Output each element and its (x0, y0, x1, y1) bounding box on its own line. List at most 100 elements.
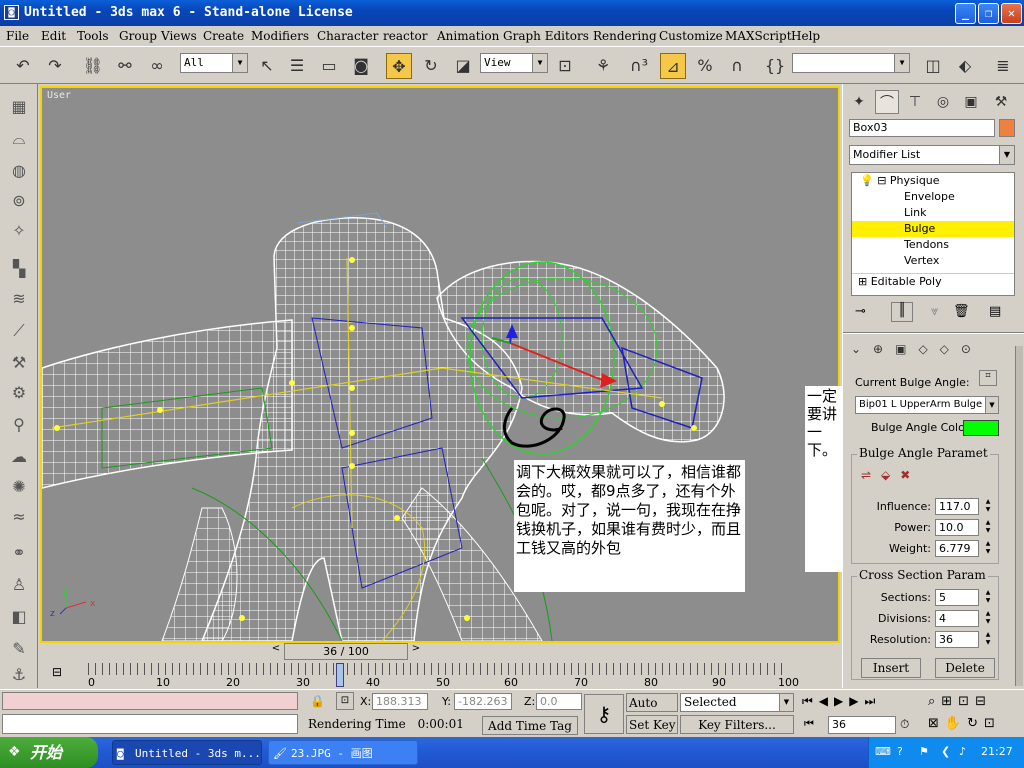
create-torus-icon[interactable]: ⊚ (6, 188, 32, 214)
window-crossing-icon[interactable]: ◙ (348, 53, 374, 79)
viewport-nav-row2[interactable]: ⊠✋↻⊡ (928, 716, 1001, 731)
show-end-result-icon[interactable]: ║ (891, 302, 913, 322)
insert-button[interactable]: Insert (861, 658, 921, 678)
clock[interactable]: 21:27 (981, 745, 1013, 758)
taskbar-item-paint[interactable]: 🖌 23.JPG - 画图 (268, 740, 418, 765)
spinner-snap-icon[interactable]: ∩ (724, 53, 750, 79)
expand-tray-icon[interactable]: ❮ (941, 745, 950, 758)
cube-icon[interactable]: ◧ (6, 604, 32, 630)
sections-field[interactable]: 5 (935, 589, 979, 606)
stack-icon[interactable]: ≋ (6, 286, 32, 312)
viewport-nav-row1[interactable]: ⌕⊞⊡⊟ (928, 694, 992, 709)
influence-spinner-icon[interactable]: ▲ ▼ (983, 498, 993, 514)
snap-toggle-icon[interactable]: ∩³ (626, 53, 652, 79)
menu-file[interactable]: File (6, 29, 29, 43)
close-button[interactable]: ✕ (1001, 3, 1022, 24)
percent-snap-icon[interactable]: % (692, 53, 718, 79)
menu-modifiers[interactable]: Modifiers (251, 29, 309, 43)
cloth-icon[interactable]: ☁ (6, 444, 32, 470)
menu-customize[interactable]: Customize (659, 29, 723, 43)
power-field[interactable]: 10.0 (935, 519, 979, 536)
configure-sets-icon[interactable]: ▤ (989, 304, 1001, 319)
maxscript-listener-pink[interactable] (2, 692, 298, 710)
y-coordinate-field[interactable]: -182.263 (454, 693, 512, 710)
biped-icon[interactable]: ♙ (6, 572, 32, 598)
select-link-icon[interactable]: ⛓ (80, 53, 106, 79)
stack-item-vertex[interactable]: Vertex (852, 253, 1014, 269)
menu-tools[interactable]: Tools (77, 29, 109, 43)
collapse-icon[interactable]: ⊟ (877, 174, 886, 187)
current-frame-field[interactable]: 36 (828, 716, 896, 734)
pivot-point-center-icon[interactable]: ⊡ (552, 53, 578, 79)
help-icon[interactable]: ? (897, 745, 903, 758)
gear-icon[interactable]: ⚙ (6, 380, 32, 406)
menu-views[interactable]: Views (161, 29, 197, 43)
select-object-icon[interactable]: ↖ (254, 53, 280, 79)
menu-character[interactable]: Character (317, 29, 378, 43)
object-name-field[interactable]: Box03 (849, 119, 995, 137)
unlink-icon[interactable]: ⚯ (112, 53, 138, 79)
select-by-name-icon[interactable]: ☰ (284, 53, 310, 79)
absolute-mode-icon[interactable]: ⊡ (336, 692, 354, 710)
select-and-scale-icon[interactable]: ◪ (450, 53, 476, 79)
particles-icon[interactable]: ✺ (6, 474, 32, 500)
current-bulge-angle-dropdown[interactable]: Bip01 L UpperArm Bulge ( ▼ (855, 396, 999, 414)
weight-spinner-icon[interactable]: ▲ ▼ (983, 540, 993, 556)
menu-reactor[interactable]: reactor (383, 29, 428, 43)
display-tab-icon[interactable]: ▣ (959, 90, 983, 114)
modify-tab-icon[interactable]: ⌒ (875, 90, 899, 114)
rectangular-selection-icon[interactable]: ▭ (316, 53, 342, 79)
hierarchy-tab-icon[interactable]: ⊤ (903, 90, 927, 114)
stack-item-editable-poly[interactable]: ⊞ Editable Poly (852, 273, 1014, 289)
layer-manager-icon[interactable]: ≣ (990, 53, 1016, 79)
next-frame-icon[interactable]: > (408, 643, 424, 659)
time-configuration-icon[interactable]: ⏱ (900, 717, 909, 732)
resolution-field[interactable]: 36 (935, 631, 979, 648)
set-key-button[interactable]: Set Key (626, 715, 678, 734)
create-cylinder-icon[interactable]: ⌓ (6, 126, 32, 152)
link-rings-icon[interactable]: ⚭ (6, 540, 32, 566)
influence-field[interactable]: 117.0 (935, 498, 979, 515)
stack-item-physique[interactable]: 💡 ⊟ Physique (852, 173, 1014, 189)
key-mode-toggle-icon[interactable]: ⏮ (804, 717, 814, 731)
key-filters-button[interactable]: Key Filters... (680, 715, 794, 734)
pick-bulge-icon[interactable]: ⌗ (979, 370, 997, 386)
edit-named-selection-icon[interactable]: {} (762, 53, 788, 79)
remove-modifier-icon[interactable]: 🗑 (953, 304, 970, 319)
create-tab-icon[interactable]: ✦ (847, 90, 871, 114)
add-time-tag-button[interactable]: Add Time Tag (482, 716, 578, 735)
reference-coord-dropdown[interactable]: View ▼ (480, 53, 548, 73)
power-spinner-icon[interactable]: ▲ ▼ (983, 519, 993, 535)
lightbulb-icon[interactable]: 💡 (860, 174, 874, 187)
sections-spinner-icon[interactable]: ▲ ▼ (983, 589, 993, 605)
playback-controls[interactable]: ⏮◀▶▶⏭ (802, 694, 881, 709)
checker-icon[interactable]: ▚ (6, 256, 32, 282)
mirror-icon[interactable]: ◫ (920, 53, 946, 79)
align-icon[interactable]: ⬖ (952, 53, 978, 79)
minimize-button[interactable]: _ (955, 3, 976, 24)
stack-item-envelope[interactable]: Envelope (852, 189, 1014, 205)
menu-animation[interactable]: Animation (437, 29, 499, 43)
volume-icon[interactable]: ♪ (959, 745, 966, 758)
menu-rendering[interactable]: Rendering (593, 29, 657, 43)
create-box-icon[interactable]: ▦ (6, 94, 32, 120)
divisions-field[interactable]: 4 (935, 610, 979, 627)
track-bar[interactable]: ⊟ 0 10 20 30 40 50 60 70 80 90 100 (40, 661, 840, 689)
menu-edit[interactable]: Edit (41, 29, 66, 43)
named-selection-set-dropdown[interactable]: ▼ (792, 53, 910, 73)
taskbar-item-3dsmax[interactable]: ◙ Untitled - 3ds m... (112, 740, 262, 765)
wave-icon[interactable]: ≈ (6, 504, 32, 530)
wrench-icon[interactable]: ⚒ (6, 350, 32, 376)
make-unique-icon[interactable]: ⩔ (931, 304, 938, 319)
create-star-icon[interactable]: ✧ (6, 218, 32, 244)
utilities-tab-icon[interactable]: ⚒ (989, 90, 1013, 114)
pen-icon[interactable]: ✎ (6, 636, 32, 662)
stack-item-tendons[interactable]: Tendons (852, 237, 1014, 253)
object-color-swatch[interactable] (999, 119, 1015, 137)
mini-curve-editor-icon[interactable]: ⊟ (52, 665, 62, 679)
maxscript-listener-white[interactable] (2, 714, 298, 734)
auto-key-button[interactable]: Auto Key (626, 693, 678, 728)
bind-space-warp-icon[interactable]: ∞ (144, 53, 170, 79)
stack-item-link[interactable]: Link (852, 205, 1014, 221)
command-panel-scrollbar[interactable] (1015, 346, 1023, 686)
